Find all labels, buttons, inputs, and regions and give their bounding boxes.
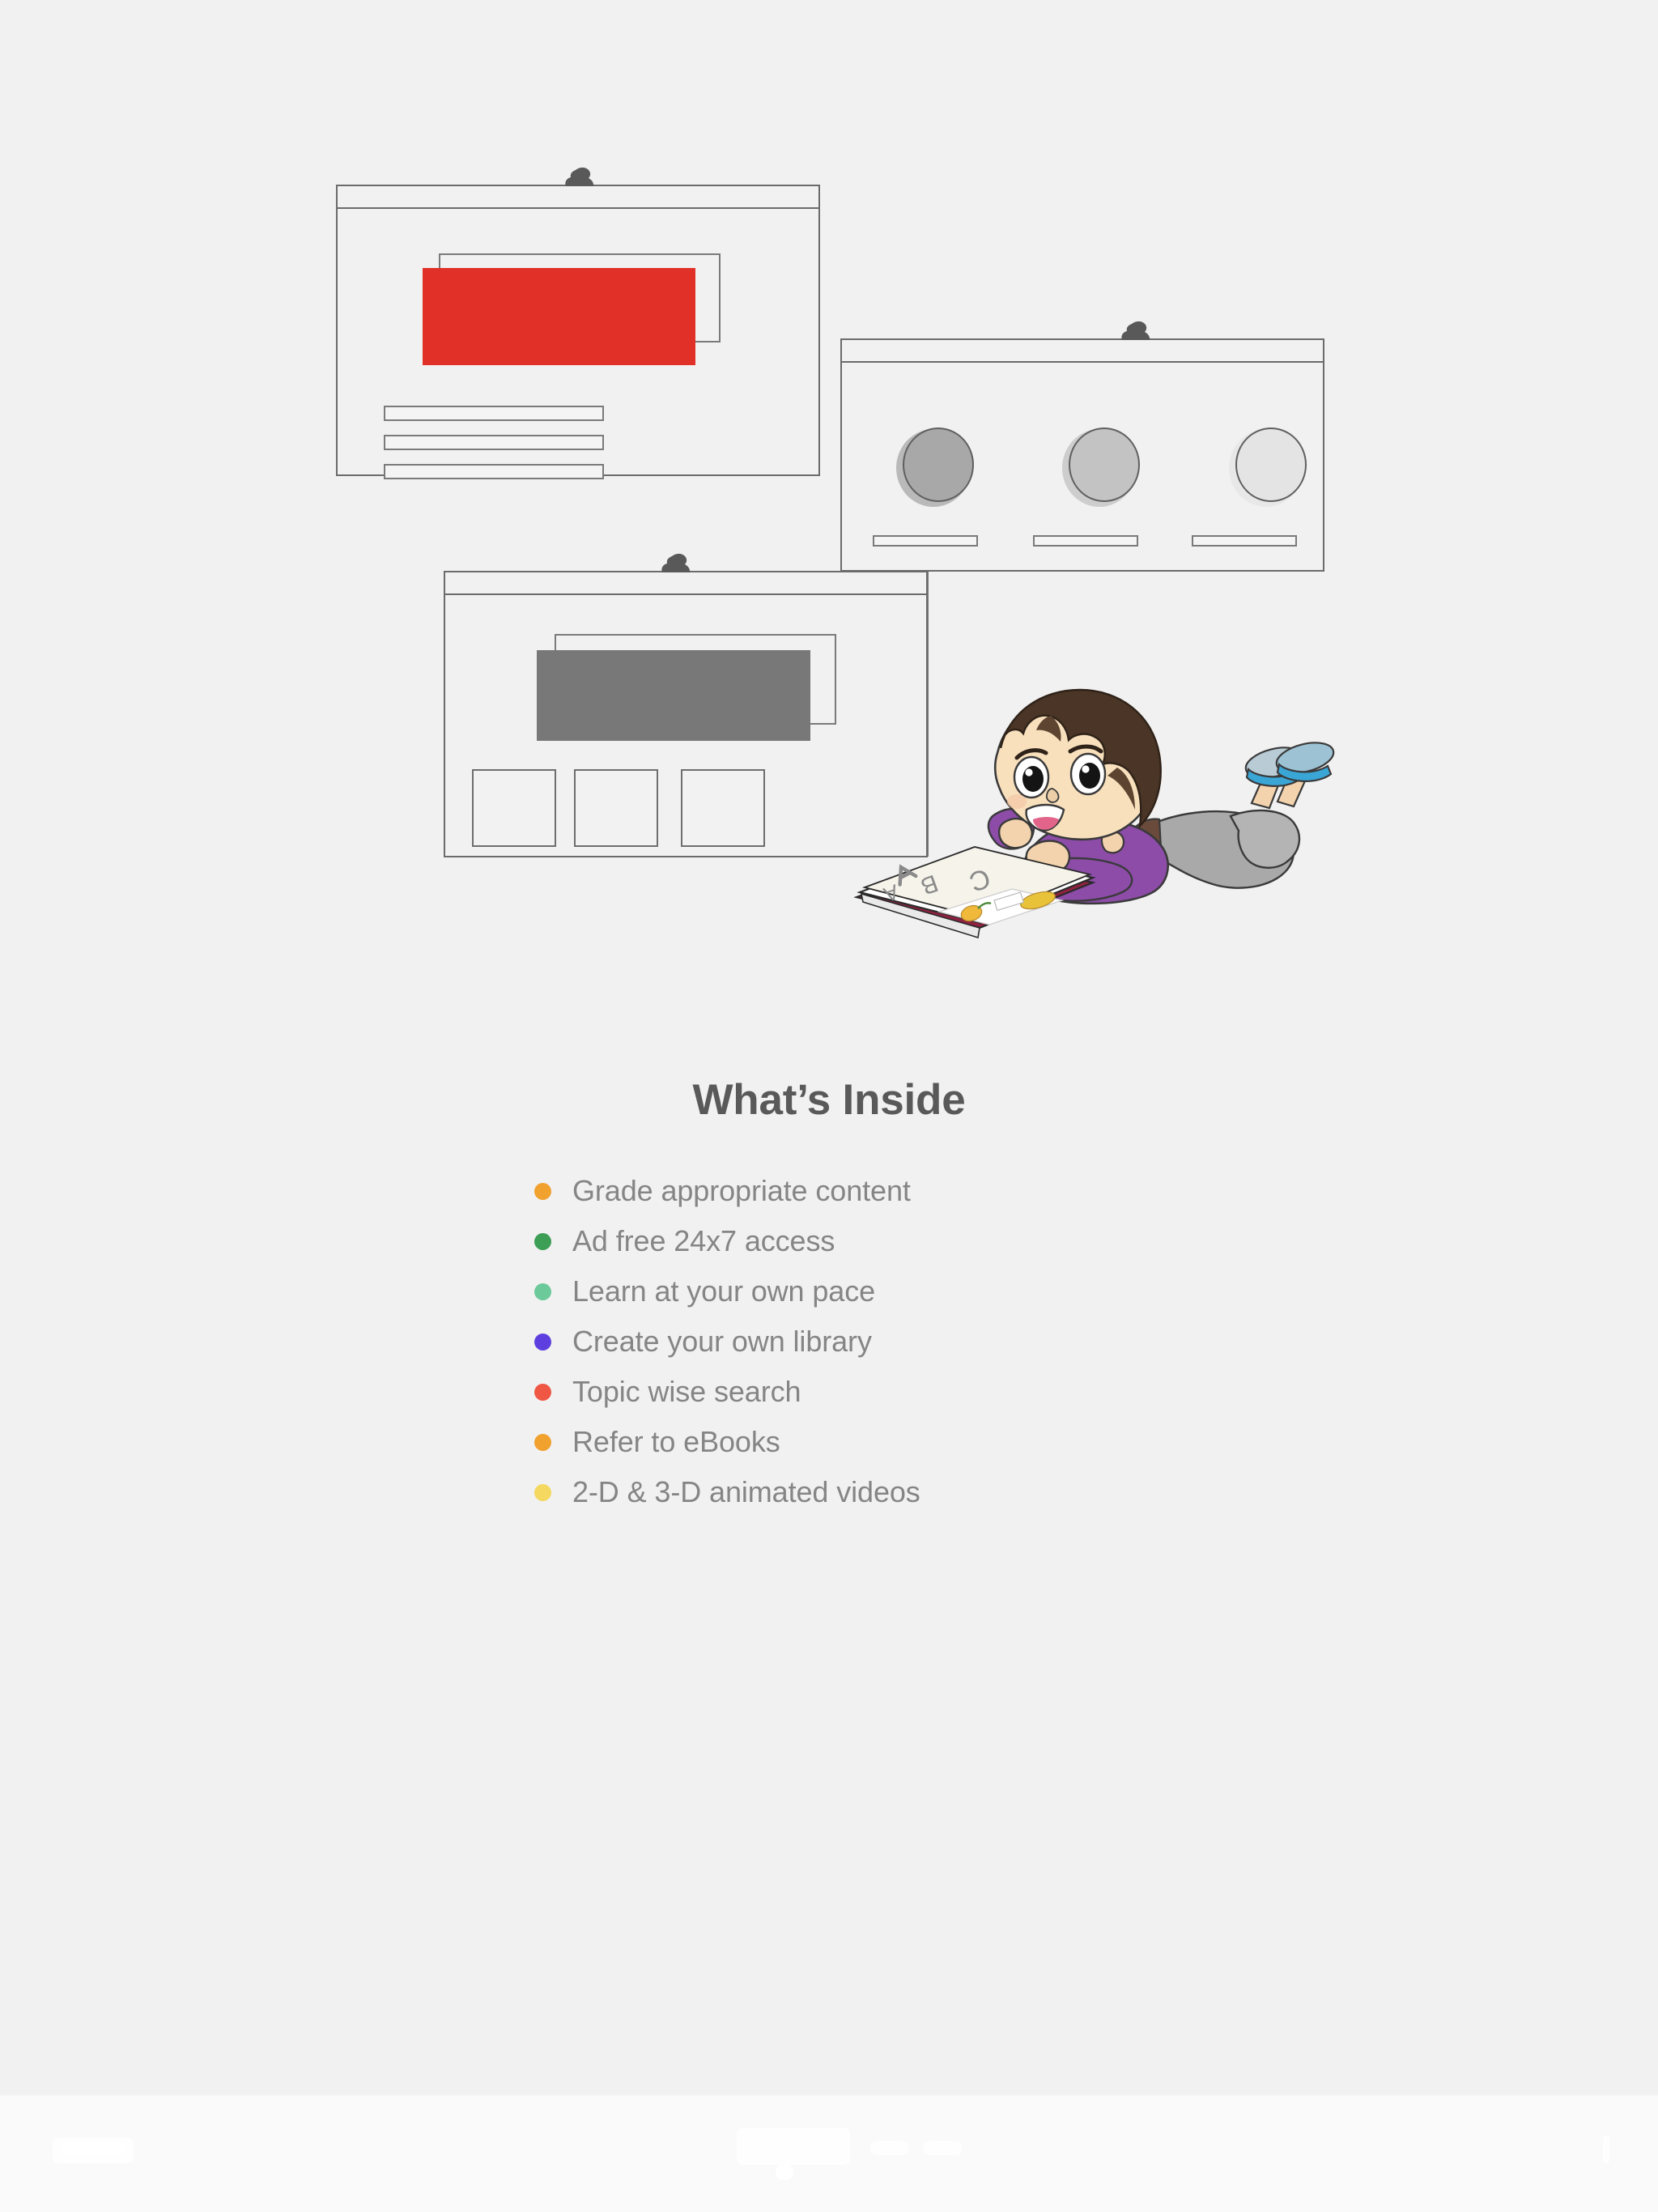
placeholder-text-line [384,464,604,479]
toolbar-right-control[interactable] [1603,2136,1609,2163]
child-reading-illustration: A B C [853,688,1335,939]
list-item: Create your own library [534,1317,1052,1367]
bullet-dot-icon [534,1182,551,1200]
list-item: Grade appropriate content [534,1166,1052,1216]
bullet-dot-icon [534,1433,551,1451]
wireframe-card-avatars [840,321,1324,572]
list-item: Refer to eBooks [534,1417,1052,1467]
feature-label: Ad free 24x7 access [572,1224,835,1258]
card-body [842,363,1323,570]
page-root: A B C What’s Inside Grade appropriate co… [0,0,1658,2212]
card-body [338,209,818,479]
toolbar-left-control-inner [61,2142,125,2154]
card-titlebar [338,186,818,209]
feature-label: Create your own library [572,1325,872,1359]
avatar-caption-bar [873,535,978,547]
hero-accent-block [423,268,695,365]
avatar-placeholder [896,428,974,507]
gallery-thumbnail [681,769,765,847]
avatar-placeholder [1062,428,1140,507]
avatar-caption-bar [1192,535,1297,547]
shoe [1275,742,1335,782]
feature-label: Grade appropriate content [572,1174,911,1208]
list-item: Learn at your own pace [534,1266,1052,1317]
whats-inside-section: What’s Inside Grade appropriate content … [0,1076,1658,1517]
bullet-dot-icon [534,1383,551,1401]
feature-list: Grade appropriate content Ad free 24x7 a… [534,1166,1052,1517]
toolbar-label-b [923,2141,962,2155]
bottom-toolbar [0,2095,1658,2212]
bullet-dot-icon [534,1232,551,1250]
feature-label: 2-D & 3-D animated videos [572,1475,920,1509]
avatar-circle [903,428,974,502]
card-titlebar [445,572,926,595]
bullet-dot-icon [534,1283,551,1300]
hero-illustration: A B C [0,0,1658,1044]
bullet-dot-icon [534,1333,551,1351]
toolbar-center-control-stem [776,2165,793,2180]
page-title: What’s Inside [692,1076,966,1124]
feature-label: Topic wise search [572,1375,801,1409]
gallery-banner-block [537,650,810,741]
avatar-circle [1235,428,1307,502]
placeholder-text-line [384,406,604,421]
list-item: Ad free 24x7 access [534,1216,1052,1266]
list-item: 2-D & 3-D animated videos [534,1467,1052,1517]
wireframe-card-hero [336,167,820,479]
feature-label: Learn at your own pace [572,1274,876,1308]
gallery-thumbnail [574,769,658,847]
gallery-thumbnail [472,769,556,847]
placeholder-text-line [384,435,604,450]
card-titlebar [842,340,1323,363]
list-item: Topic wise search [534,1367,1052,1417]
avatar-circle [1069,428,1140,502]
bullet-dot-icon [534,1483,551,1501]
toolbar-label-a [870,2141,909,2155]
avatar-caption-bar [1033,535,1138,547]
toolbar-center-control[interactable] [737,2128,850,2165]
avatar-placeholder [1229,428,1307,507]
feature-label: Refer to eBooks [572,1425,780,1459]
